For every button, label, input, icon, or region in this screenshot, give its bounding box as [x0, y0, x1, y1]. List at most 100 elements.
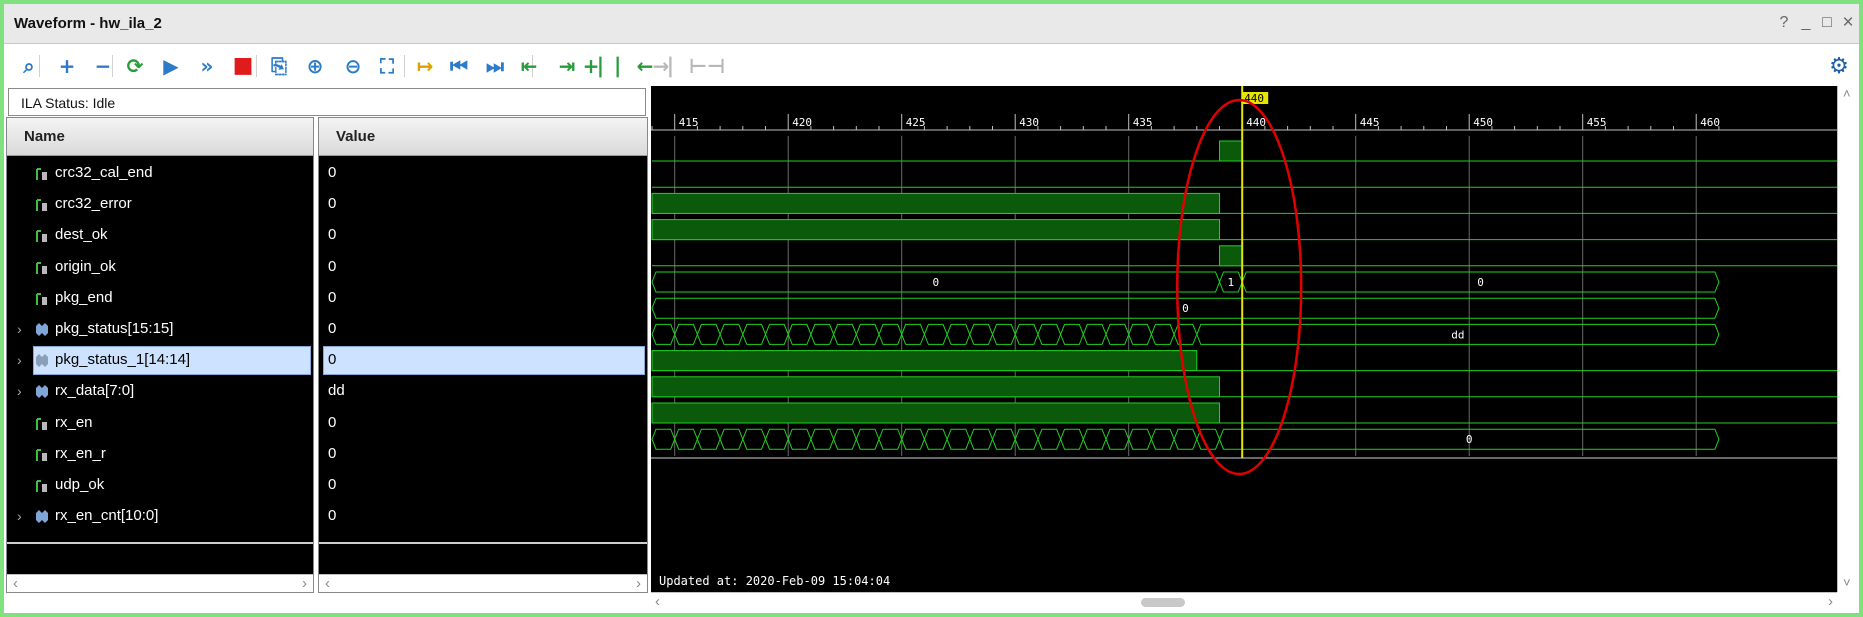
tick-label: 450 — [1473, 116, 1493, 129]
tick-label: 455 — [1587, 116, 1607, 129]
maximize-button[interactable]: □ — [1817, 14, 1837, 32]
signal-name-pane: Name crc32_cal_end crc32_error dest_okorig… — [6, 117, 314, 593]
signal-name: rx_en_r — [55, 444, 106, 462]
value-row[interactable]: 0 — [319, 470, 647, 501]
go-to-cursor-icon: ↦ — [416, 54, 434, 78]
value-pane-scrollbar[interactable]: ‹ › — [319, 574, 647, 592]
bus-transition — [810, 323, 835, 345]
waveform-area[interactable]: 415 420 425 430 435 440 445 450 455 460 0 1 0 0 dd 0 440… — [651, 86, 1837, 592]
signal-row[interactable]: origin_ok — [7, 252, 313, 283]
bit-high-pulse — [651, 350, 1198, 372]
bit-signal-icon — [36, 261, 47, 274]
bus-transition — [1037, 323, 1062, 345]
run-trigger-button[interactable]: ▶ — [156, 52, 186, 80]
bus-transition — [1060, 323, 1084, 345]
scrollbar-thumb[interactable] — [1141, 598, 1185, 607]
bus-value-label: 0 — [1466, 433, 1473, 446]
value-row[interactable]: 0 — [319, 345, 647, 376]
zoom-fit-button[interactable]: ⛶ — [372, 52, 402, 80]
previous-transition-button[interactable]: ⇤ — [514, 52, 544, 80]
stop-button[interactable]: ■ — [228, 52, 258, 80]
signal-row[interactable]: udp_ok — [7, 470, 313, 501]
search-button[interactable]: ⌕ — [14, 52, 44, 80]
signal-row[interactable]: crc32_cal_end — [7, 158, 313, 189]
bus-transition — [787, 428, 812, 450]
bus-transition — [787, 323, 812, 345]
refresh-button[interactable]: ⟳ — [120, 52, 150, 80]
previous-marker-button[interactable]: ⎸← — [617, 52, 654, 80]
value-row[interactable]: 0 — [319, 314, 647, 345]
bus-transition — [991, 323, 1016, 345]
signal-row[interactable]: rx_en — [7, 408, 313, 439]
expand-chevron-icon[interactable]: › — [17, 321, 22, 337]
value-row[interactable]: 0 — [319, 252, 647, 283]
signal-name: crc32_error — [55, 195, 132, 213]
remove-button[interactable]: − — [88, 52, 118, 80]
value-row[interactable]: 0 — [319, 283, 647, 314]
signal-row[interactable]: dest_ok — [7, 220, 313, 251]
value-row[interactable]: 0 — [319, 439, 647, 470]
bus-transition — [764, 428, 789, 450]
value-row[interactable]: 0 — [319, 220, 647, 251]
value-row[interactable]: 0 — [319, 158, 647, 189]
go-to-end-button[interactable]: ⏭ — [480, 52, 510, 80]
signal-row[interactable]: › pkg_status[15:15] — [7, 314, 313, 345]
tick-label: 420 — [792, 116, 812, 129]
signal-value: 0 — [328, 351, 337, 369]
value-row[interactable]: 0 — [319, 408, 647, 439]
next-transition-button[interactable]: ⇥ — [552, 52, 582, 80]
zoom-in-button[interactable]: ⊕ — [300, 52, 330, 80]
minimize-button[interactable]: _ — [1796, 14, 1816, 32]
zoom-out-button[interactable]: ⊖ — [338, 52, 368, 80]
bit-high-pulse — [651, 402, 1220, 424]
signal-row[interactable]: › pkg_status_1[14:14] — [7, 345, 313, 376]
signal-name: origin_ok — [55, 257, 116, 275]
bit-signal-icon — [36, 199, 47, 212]
value-row[interactable]: 0 — [319, 189, 647, 220]
signal-row[interactable]: pkg_end — [7, 283, 313, 314]
close-button[interactable]: × — [1838, 12, 1858, 34]
swap-cursors-button: ⊢⊣ — [689, 52, 726, 80]
run-immediate-button[interactable]: » — [192, 52, 222, 80]
signal-name: rx_en_cnt[10:0] — [55, 507, 159, 525]
settings-button[interactable]: ⚙ — [1824, 52, 1854, 80]
expand-chevron-icon[interactable]: › — [17, 352, 22, 368]
name-pane-scrollbar[interactable]: ‹ › — [7, 574, 313, 592]
name-column-label: Name — [24, 128, 65, 145]
signal-value: 0 — [328, 444, 337, 462]
bus-transition — [1173, 428, 1198, 450]
add-marker-button[interactable]: +⎸ — [583, 52, 620, 80]
expand-chevron-icon[interactable]: › — [17, 383, 22, 399]
go-to-cursor-button[interactable]: ↦ — [410, 52, 440, 80]
next-transition-icon: ⇥ — [558, 54, 576, 78]
previous-marker-icon: ⎸← — [616, 54, 654, 78]
signal-row[interactable]: rx_en_r — [7, 439, 313, 470]
bus-transition — [1150, 323, 1175, 345]
signal-value: 0 — [328, 195, 337, 213]
signal-row[interactable]: crc32_error — [7, 189, 313, 220]
value-column-header[interactable]: Value — [319, 118, 647, 156]
ila-status-text: ILA Status: Idle — [21, 95, 116, 111]
bus-transition — [833, 428, 857, 450]
waveform-vertical-scrollbar[interactable]: ˄ ˅ — [1837, 86, 1859, 592]
zoom-fit-icon: ⛶ — [380, 54, 394, 78]
add-button[interactable]: + — [52, 52, 82, 80]
export-button[interactable]: ⎘ — [264, 52, 294, 80]
zoom-in-icon: ⊕ — [306, 54, 324, 78]
go-to-end-icon: ⏭ — [486, 54, 504, 78]
expand-chevron-icon[interactable]: › — [17, 508, 22, 524]
bus-transition — [991, 428, 1016, 450]
value-row[interactable]: dd — [319, 376, 647, 407]
help-button[interactable]: ? — [1774, 14, 1794, 32]
waveform-canvas[interactable]: 415 420 425 430 435 440 445 450 455 460 0 1 0 0 dd 0 440 — [651, 86, 1837, 592]
signal-row[interactable]: › rx_data[7:0] — [7, 376, 313, 407]
signal-row[interactable]: › rx_en_cnt[10:0] — [7, 501, 313, 532]
bus-transition — [1105, 428, 1130, 450]
tick-label: 415 — [679, 116, 699, 129]
name-column-header[interactable]: Name — [7, 118, 313, 156]
bus-transition — [674, 428, 698, 450]
bus-transition — [719, 428, 744, 450]
go-to-start-button[interactable]: ⏮ — [444, 52, 474, 80]
value-row[interactable]: 0 — [319, 501, 647, 532]
waveform-horizontal-scrollbar[interactable]: ‹ › — [651, 592, 1837, 610]
